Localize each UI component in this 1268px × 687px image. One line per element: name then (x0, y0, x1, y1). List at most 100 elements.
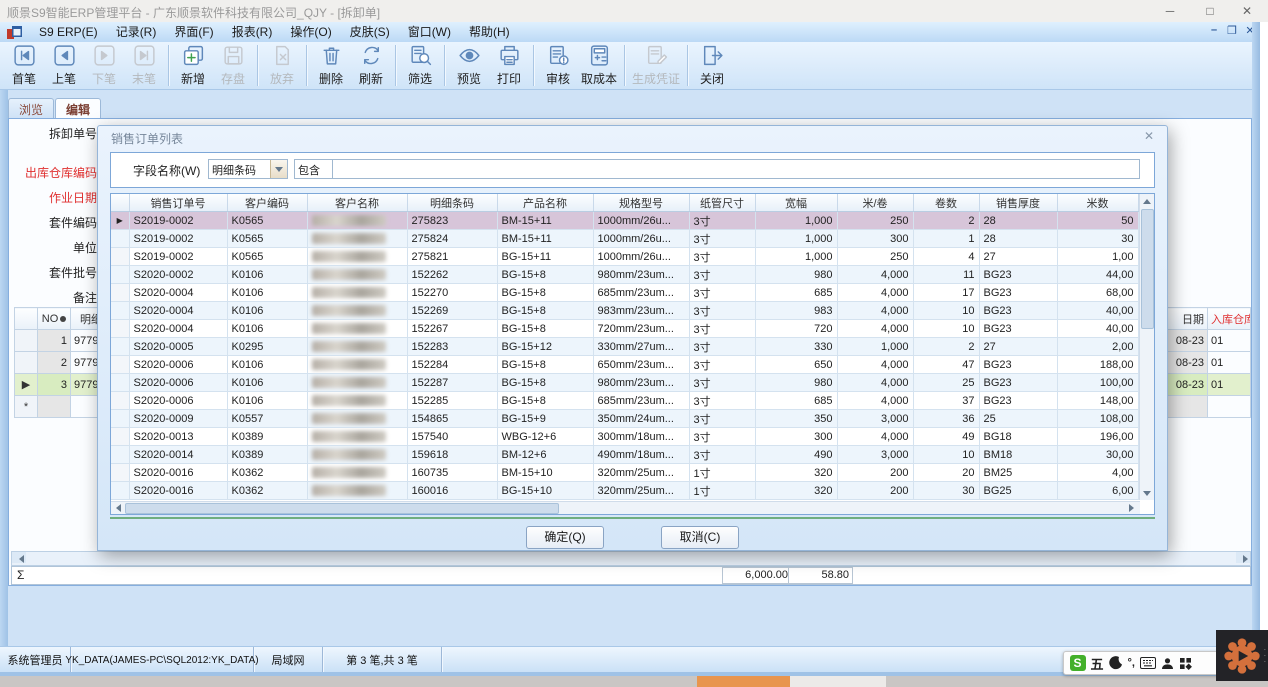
sogou-ime-icon[interactable]: S (1070, 655, 1086, 671)
maximize-button[interactable]: □ (1195, 2, 1225, 20)
cell: S2020-0009 (129, 410, 227, 428)
sales-order-row[interactable]: ▶S2019-0002K0565275823BM-15+111000mm/26u… (111, 212, 1138, 230)
sales-order-row[interactable]: S2020-0004K0106152270BG-15+8685mm/23um..… (111, 284, 1138, 302)
grid-header-7[interactable]: 纸管尺寸 (689, 194, 755, 212)
cell: 250 (837, 212, 913, 230)
halfmoon-icon[interactable] (1109, 656, 1123, 670)
grid-header-3[interactable]: 客户名称 (307, 194, 407, 212)
main-hscrollbar[interactable] (11, 551, 1251, 566)
grid-header-0[interactable] (111, 194, 129, 212)
scroll-right-arrow[interactable] (1236, 552, 1250, 563)
toolbar-audit-button[interactable]: 审核 (538, 42, 578, 89)
minimize-button[interactable]: ─ (1155, 2, 1185, 20)
dialog-close-icon[interactable]: ✕ (1141, 129, 1157, 143)
sales-order-row[interactable]: S2020-0016K0362160735BM-15+10320mm/25um.… (111, 464, 1138, 482)
sales-order-row[interactable]: S2020-0002K0106152262BG-15+8980mm/23um..… (111, 266, 1138, 284)
user-icon[interactable] (1161, 657, 1174, 670)
sales-order-grid: 销售订单号客户编码客户名称明细条码产品名称规格型号纸管尺寸宽幅米/卷卷数销售厚度… (110, 193, 1155, 515)
grid-vscrollbar[interactable] (1139, 194, 1154, 500)
sales-order-row[interactable]: S2019-0002K0565275824BM-15+111000mm/26u.… (111, 230, 1138, 248)
sum-weight: 58.80 (788, 567, 853, 584)
sales-order-row[interactable]: S2020-0006K0106152285BG-15+8685mm/23um..… (111, 392, 1138, 410)
wubi-mode-icon[interactable]: 五 (1091, 654, 1104, 673)
field-name-select[interactable]: 明细条码 (208, 159, 288, 179)
grid-hscrollbar[interactable] (111, 501, 1140, 514)
blurred-customer-name (312, 485, 386, 496)
scroll-right-arrow[interactable] (1124, 502, 1138, 513)
grid-header-5[interactable]: 产品名称 (497, 194, 593, 212)
sales-order-row[interactable]: S2020-0009K0557154865BG-15+9350mm/24um..… (111, 410, 1138, 428)
menu-item-0[interactable]: S9 ERP(E) (30, 22, 107, 42)
cell (307, 482, 407, 500)
grid-header-11[interactable]: 销售厚度 (979, 194, 1057, 212)
sales-order-row[interactable]: S2020-0006K0106152287BG-15+8980mm/23um..… (111, 374, 1138, 392)
toolbar-cost-button[interactable]: 取成本 (578, 42, 620, 89)
menu-item-5[interactable]: 皮肤(S) (341, 22, 399, 42)
menu-item-2[interactable]: 界面(F) (165, 22, 222, 42)
cell: 1,000 (837, 338, 913, 356)
cell-no: 1 (38, 330, 71, 352)
scroll-left-arrow[interactable] (12, 552, 26, 563)
field-label-5: 套件批号 (9, 264, 97, 282)
mdi-restore-button[interactable]: ❐ (1224, 24, 1240, 37)
cell: WBG-12+6 (497, 428, 593, 446)
sales-order-row[interactable]: S2020-0005K0295152283BG-15+12330mm/27um.… (111, 338, 1138, 356)
detail-row[interactable]: ▶397792 (15, 374, 99, 396)
field-label-1: 出库仓库编码 (9, 164, 97, 182)
toolbar-preview-button[interactable]: 预览 (449, 42, 489, 89)
cell: 320 (755, 464, 837, 482)
grid-header-9[interactable]: 米/卷 (837, 194, 913, 212)
vscroll-thumb[interactable] (1141, 209, 1154, 329)
grid-header-2[interactable]: 客户编码 (227, 194, 307, 212)
scroll-left-arrow[interactable] (111, 502, 125, 513)
grid-header-8[interactable]: 宽幅 (755, 194, 837, 212)
mdi-minimize-button[interactable]: – (1206, 24, 1222, 36)
detail-row[interactable]: 297792 (15, 352, 99, 374)
menu-item-3[interactable]: 报表(R) (223, 22, 282, 42)
toolbar-add-button[interactable]: 新增 (173, 42, 213, 89)
cell: BG23 (979, 320, 1057, 338)
toolbar-closeic-button[interactable]: 关闭 (692, 42, 732, 89)
punctuation-icon[interactable]: °, (1128, 657, 1135, 669)
tab-edit[interactable]: 编辑 (55, 98, 101, 118)
cell: 350mm/24um... (593, 410, 689, 428)
grid-header-1[interactable]: 销售订单号 (129, 194, 227, 212)
sales-order-row[interactable]: S2020-0016K0362160016BG-15+10320mm/25um.… (111, 482, 1138, 500)
menu-item-1[interactable]: 记录(R) (107, 22, 166, 42)
scroll-down-arrow[interactable] (1140, 486, 1154, 500)
sales-order-row[interactable]: S2020-0006K0106152284BG-15+8650mm/23um..… (111, 356, 1138, 374)
toolbar-delete-button[interactable]: 删除 (311, 42, 351, 89)
cell: 3寸 (689, 338, 755, 356)
hscroll-thumb[interactable] (125, 503, 559, 514)
sales-order-row[interactable]: S2019-0002K0565275821BG-15+111000mm/26u.… (111, 248, 1138, 266)
chevron-down-icon[interactable] (270, 160, 287, 178)
sales-order-row[interactable]: S2020-0014K0389159618BM-12+6490mm/18um..… (111, 446, 1138, 464)
menu-item-4[interactable]: 操作(O) (281, 22, 340, 42)
sales-order-row[interactable]: S2020-0004K0106152269BG-15+8983mm/23um..… (111, 302, 1138, 320)
toolbar-nav-first-button[interactable]: 首笔 (4, 42, 44, 89)
toolbar-nav-prev-button[interactable]: 上笔 (44, 42, 84, 89)
search-input[interactable] (332, 159, 1140, 179)
menu-item-6[interactable]: 窗口(W) (399, 22, 460, 42)
toolbar-print-button[interactable]: 打印 (489, 42, 529, 89)
media-player-tray-icon[interactable]: ∙∙∙ (1216, 630, 1268, 681)
toolbar-refresh-button[interactable]: 刷新 (351, 42, 391, 89)
sales-order-row[interactable]: S2020-0013K0389157540WBG-12+6300mm/18um.… (111, 428, 1138, 446)
keyboard-icon[interactable] (1140, 657, 1156, 669)
ok-button[interactable]: 确定(Q) (526, 526, 604, 549)
detail-row[interactable]: 197792 (15, 330, 99, 352)
grid-header-6[interactable]: 规格型号 (593, 194, 689, 212)
scroll-up-arrow[interactable] (1140, 194, 1154, 208)
new-row[interactable]: * (15, 396, 99, 418)
tab-browse[interactable]: 浏览 (8, 98, 54, 118)
menu-item-7[interactable]: 帮助(H) (460, 22, 519, 42)
sales-order-row[interactable]: S2020-0004K0106152267BG-15+8720mm/23um..… (111, 320, 1138, 338)
cell: 25 (913, 374, 979, 392)
cancel-button[interactable]: 取消(C) (661, 526, 739, 549)
grid-header-4[interactable]: 明细条码 (407, 194, 497, 212)
toolbar-filter-button[interactable]: 筛选 (400, 42, 440, 89)
grid-header-12[interactable]: 米数 (1057, 194, 1138, 212)
close-button[interactable]: ✕ (1232, 2, 1262, 20)
grid-header-10[interactable]: 卷数 (913, 194, 979, 212)
toolbox-icon[interactable] (1179, 657, 1192, 670)
